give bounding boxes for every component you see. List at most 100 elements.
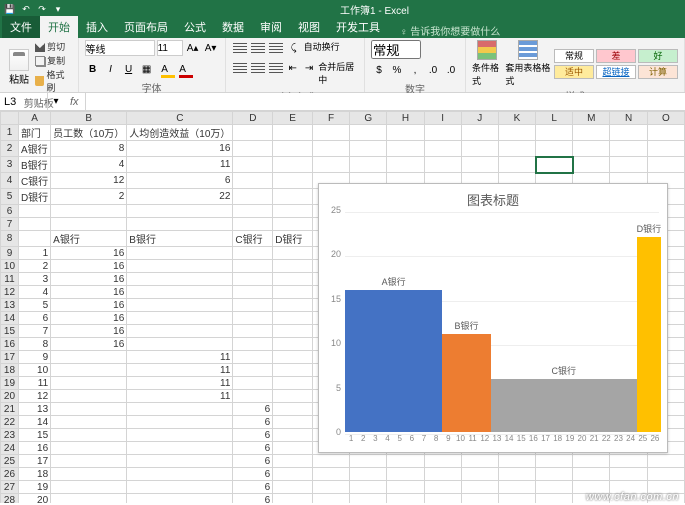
cell-D1[interactable]	[233, 125, 273, 141]
cell-D24[interactable]: 6	[233, 442, 273, 455]
cell-D11[interactable]	[233, 273, 273, 286]
cell-D19[interactable]	[233, 377, 273, 390]
namebox-dropdown-icon[interactable]: ▾	[48, 94, 64, 110]
redo-icon[interactable]: ↷	[36, 3, 48, 15]
font-color-button[interactable]: A	[175, 61, 191, 77]
cell-A9[interactable]: 1	[18, 247, 50, 260]
cell-E12[interactable]	[273, 286, 313, 299]
cell-O1[interactable]	[647, 125, 684, 141]
cell-A24[interactable]: 16	[18, 442, 50, 455]
worksheet-grid[interactable]: ABCDEFGHIJKLMNO1部门员工数（10万）人均创造效益（10万）2A银…	[0, 111, 685, 503]
currency-icon[interactable]: $	[371, 62, 387, 78]
cell-D10[interactable]	[233, 260, 273, 273]
comma-icon[interactable]: ,	[407, 62, 423, 78]
italic-button[interactable]: I	[103, 61, 119, 77]
cell-D13[interactable]	[233, 299, 273, 312]
painter-button[interactable]: 格式刷	[35, 68, 71, 94]
cell-A26[interactable]: 18	[18, 468, 50, 481]
undo-icon[interactable]: ↶	[20, 3, 32, 15]
cell-J28[interactable]	[461, 494, 498, 504]
cell-N2[interactable]	[610, 141, 647, 157]
cell-F1[interactable]	[312, 125, 349, 141]
cell-C20[interactable]: 11	[127, 390, 233, 403]
row-header-17[interactable]: 17	[1, 351, 19, 364]
bold-button[interactable]: B	[85, 61, 101, 77]
cell-C2[interactable]: 16	[127, 141, 233, 157]
cell-D25[interactable]: 6	[233, 455, 273, 468]
cell-J26[interactable]	[461, 468, 498, 481]
cell-C8[interactable]: B银行	[127, 231, 233, 247]
cell-K2[interactable]	[498, 141, 535, 157]
cell-G25[interactable]	[350, 455, 387, 468]
cell-E2[interactable]	[273, 141, 313, 157]
cell-D27[interactable]: 6	[233, 481, 273, 494]
cell-M1[interactable]	[573, 125, 610, 141]
style-good[interactable]: 好	[638, 49, 678, 63]
fx-icon[interactable]: fx	[64, 93, 86, 110]
col-header-A[interactable]: A	[18, 112, 50, 125]
cell-A22[interactable]: 14	[18, 416, 50, 429]
cell-B27[interactable]	[51, 481, 127, 494]
cell-K3[interactable]	[498, 157, 535, 173]
col-header-J[interactable]: J	[461, 112, 498, 125]
row-header-21[interactable]: 21	[1, 403, 19, 416]
cell-C28[interactable]	[127, 494, 233, 504]
cell-D15[interactable]	[233, 325, 273, 338]
cell-C14[interactable]	[127, 312, 233, 325]
cell-D28[interactable]: 6	[233, 494, 273, 504]
cell-L1[interactable]	[536, 125, 573, 141]
row-header-10[interactable]: 10	[1, 260, 19, 273]
cell-C5[interactable]: 22	[127, 189, 233, 205]
cell-B21[interactable]	[51, 403, 127, 416]
align-top-icon[interactable]	[232, 40, 248, 56]
cell-B14[interactable]: 16	[51, 312, 127, 325]
row-header-3[interactable]: 3	[1, 157, 19, 173]
cell-E24[interactable]	[273, 442, 313, 455]
cell-L26[interactable]	[536, 468, 573, 481]
col-header-C[interactable]: C	[127, 112, 233, 125]
cell-B4[interactable]: 12	[51, 173, 127, 189]
cell-D2[interactable]	[233, 141, 273, 157]
cell-D14[interactable]	[233, 312, 273, 325]
cell-B20[interactable]	[51, 390, 127, 403]
cell-D9[interactable]	[233, 247, 273, 260]
row-header-7[interactable]: 7	[1, 218, 19, 231]
row-header-16[interactable]: 16	[1, 338, 19, 351]
cell-E19[interactable]	[273, 377, 313, 390]
cell-L2[interactable]	[536, 141, 573, 157]
tab-dev[interactable]: 开发工具	[328, 16, 388, 38]
cell-B17[interactable]	[51, 351, 127, 364]
row-header-11[interactable]: 11	[1, 273, 19, 286]
cell-B19[interactable]	[51, 377, 127, 390]
cell-I27[interactable]	[424, 481, 461, 494]
select-all-corner[interactable]	[1, 112, 19, 125]
cell-B2[interactable]: 8	[51, 141, 127, 157]
cell-G27[interactable]	[350, 481, 387, 494]
cell-D8[interactable]: C银行	[233, 231, 273, 247]
cell-K26[interactable]	[498, 468, 535, 481]
tab-data[interactable]: 数据	[214, 16, 252, 38]
cell-I1[interactable]	[424, 125, 461, 141]
cell-A14[interactable]: 6	[18, 312, 50, 325]
cell-E25[interactable]	[273, 455, 313, 468]
row-header-4[interactable]: 4	[1, 173, 19, 189]
cell-D23[interactable]: 6	[233, 429, 273, 442]
cell-A20[interactable]: 12	[18, 390, 50, 403]
inc-decimal-icon[interactable]: .0	[425, 62, 441, 78]
row-header-8[interactable]: 8	[1, 231, 19, 247]
cell-E21[interactable]	[273, 403, 313, 416]
cell-J25[interactable]	[461, 455, 498, 468]
cell-A8[interactable]	[18, 231, 50, 247]
cell-E3[interactable]	[273, 157, 313, 173]
cell-C25[interactable]	[127, 455, 233, 468]
cell-A12[interactable]: 4	[18, 286, 50, 299]
name-box[interactable]: L3	[0, 93, 48, 110]
cut-button[interactable]: 剪切	[35, 40, 71, 53]
cell-A1[interactable]: 部门	[18, 125, 50, 141]
cell-C19[interactable]: 11	[127, 377, 233, 390]
cell-B13[interactable]: 16	[51, 299, 127, 312]
cell-B6[interactable]	[51, 205, 127, 218]
cell-O2[interactable]	[647, 141, 684, 157]
increase-font-icon[interactable]: A▴	[185, 40, 201, 56]
cell-B18[interactable]	[51, 364, 127, 377]
